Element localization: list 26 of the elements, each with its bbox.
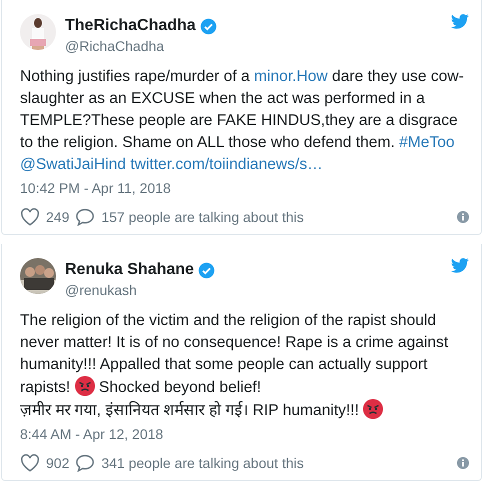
talking-count[interactable]: 157 people are talking about this xyxy=(101,209,304,225)
talking-count[interactable]: 341 people are talking about this xyxy=(101,455,304,471)
comment-icon[interactable] xyxy=(75,454,96,472)
timestamp[interactable]: 8:44 AM - Apr 12, 2018 xyxy=(20,426,469,442)
user-handle[interactable]: @RichaChadha xyxy=(65,38,442,54)
user-handle[interactable]: @renukash xyxy=(65,282,442,298)
display-name[interactable]: TheRichaChadha xyxy=(65,17,196,35)
tweet-text: Nothing justifies rape/murder of a minor.How dare they use cow-slaughter as an EXCUSE when the act was performed in a TEMPLE?These people are FAKE HINDUS,they are a disgrace to the religion. Shame on ALL those who defend them. #MeToo @SwatiJaiHind twitter.com/toiindianews/s… xyxy=(20,67,465,175)
link[interactable]: @SwatiJaiHind xyxy=(20,156,126,173)
display-name[interactable]: Renuka Shahane xyxy=(65,261,194,279)
bird-icon[interactable] xyxy=(451,14,469,29)
link[interactable]: minor.How xyxy=(254,68,328,85)
angry-face-icon xyxy=(363,399,384,419)
bird-icon[interactable] xyxy=(451,258,469,273)
like-count: 902 xyxy=(46,455,70,471)
like-count: 249 xyxy=(46,209,70,225)
link[interactable]: twitter.com/toiindianews/s… xyxy=(130,156,323,173)
heart-icon[interactable] xyxy=(20,454,40,472)
link[interactable]: #MeToo xyxy=(399,134,455,151)
comment-icon[interactable] xyxy=(75,208,96,226)
tweet-text: The religion of the victim and the religion of the rapist should never matter! It is of no consequence! Rape is a crime against humanity!!! Appalled that some people can actually support rapists! Shocked beyond belief! ज़मीर मर गया, इंसानियत शर्मसार हो गई। RIP humanity!!! xyxy=(20,311,450,421)
info-icon[interactable] xyxy=(457,457,469,469)
timestamp[interactable]: 10:42 PM - Apr 11, 2018 xyxy=(20,180,469,196)
angry-face-icon xyxy=(74,376,95,396)
info-icon[interactable] xyxy=(457,211,469,223)
heart-icon[interactable] xyxy=(20,208,40,226)
